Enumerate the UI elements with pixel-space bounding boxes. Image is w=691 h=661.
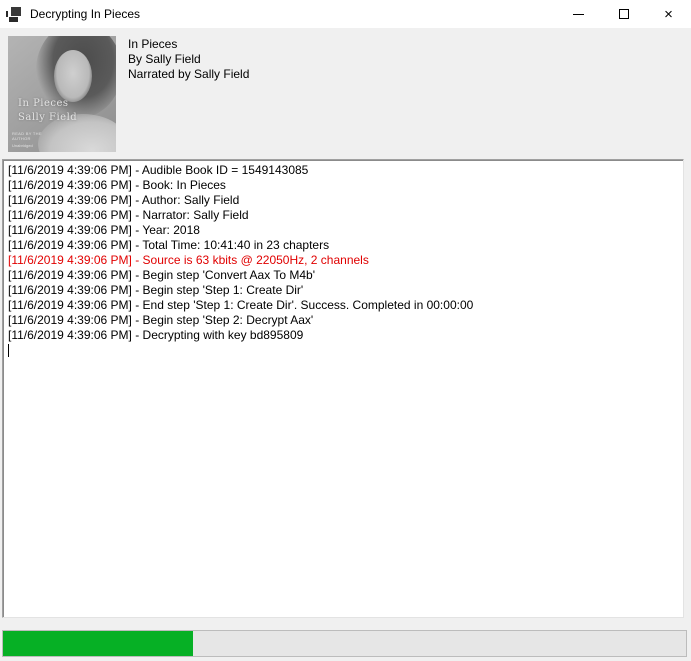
progress-bar-fill: [3, 631, 193, 656]
title-bar[interactable]: Decrypting In Pieces ×: [0, 0, 691, 28]
close-button[interactable]: ×: [646, 0, 691, 28]
app-icon-tile-bar: [6, 11, 8, 17]
log-line: [11/6/2019 4:39:06 PM] - Begin step 'Ste…: [8, 313, 679, 328]
log-line: [11/6/2019 4:39:06 PM] - Begin step 'Con…: [8, 268, 679, 283]
cover-title-text: In Pieces: [18, 98, 69, 109]
app-icon-tile-small: [9, 17, 18, 22]
log-line: [11/6/2019 4:39:06 PM] - Begin step 'Ste…: [8, 283, 679, 298]
log-line: [11/6/2019 4:39:06 PM] - Author: Sally F…: [8, 193, 679, 208]
log-lines: [11/6/2019 4:39:06 PM] - Audible Book ID…: [8, 163, 679, 343]
cover-art-face: [54, 50, 92, 102]
cover-readby-text: READ BY THE AUTHOR: [12, 131, 42, 141]
minimize-icon: [573, 14, 584, 15]
app-icon[interactable]: [6, 6, 22, 22]
log-line: [11/6/2019 4:39:06 PM] - Book: In Pieces: [8, 178, 679, 193]
cover-author-text: Sally Field: [18, 112, 77, 123]
cover-edition-text: Unabridged: [12, 143, 33, 148]
close-icon: ×: [664, 7, 673, 22]
log-line: [11/6/2019 4:39:06 PM] - End step 'Step …: [8, 298, 679, 313]
minimize-button[interactable]: [556, 0, 601, 28]
log-output-textbox[interactable]: [11/6/2019 4:39:06 PM] - Audible Book ID…: [2, 159, 684, 618]
log-line: [11/6/2019 4:39:06 PM] - Source is 63 kb…: [8, 253, 679, 268]
window-controls: ×: [556, 0, 691, 28]
log-line: [11/6/2019 4:39:06 PM] - Decrypting with…: [8, 328, 679, 343]
caret-line: [8, 343, 679, 358]
maximize-button[interactable]: [601, 0, 646, 28]
book-title: In Pieces: [128, 37, 249, 52]
log-line: [11/6/2019 4:39:06 PM] - Total Time: 10:…: [8, 238, 679, 253]
log-line: [11/6/2019 4:39:06 PM] - Year: 2018: [8, 223, 679, 238]
progress-bar: [2, 630, 687, 657]
window-title: Decrypting In Pieces: [30, 7, 140, 21]
log-line: [11/6/2019 4:39:06 PM] - Audible Book ID…: [8, 163, 679, 178]
log-line: [11/6/2019 4:39:06 PM] - Narrator: Sally…: [8, 208, 679, 223]
book-author: By Sally Field: [128, 52, 249, 67]
app-window: { "window": { "title": "Decrypting In Pi…: [0, 0, 691, 661]
book-narrator: Narrated by Sally Field: [128, 67, 249, 82]
book-info: In Pieces By Sally Field Narrated by Sal…: [128, 37, 249, 82]
app-icon-tile-big: [11, 7, 21, 16]
text-cursor: [8, 344, 9, 357]
maximize-icon: [619, 9, 629, 19]
book-cover-image: In Pieces Sally Field READ BY THE AUTHOR…: [8, 36, 116, 152]
